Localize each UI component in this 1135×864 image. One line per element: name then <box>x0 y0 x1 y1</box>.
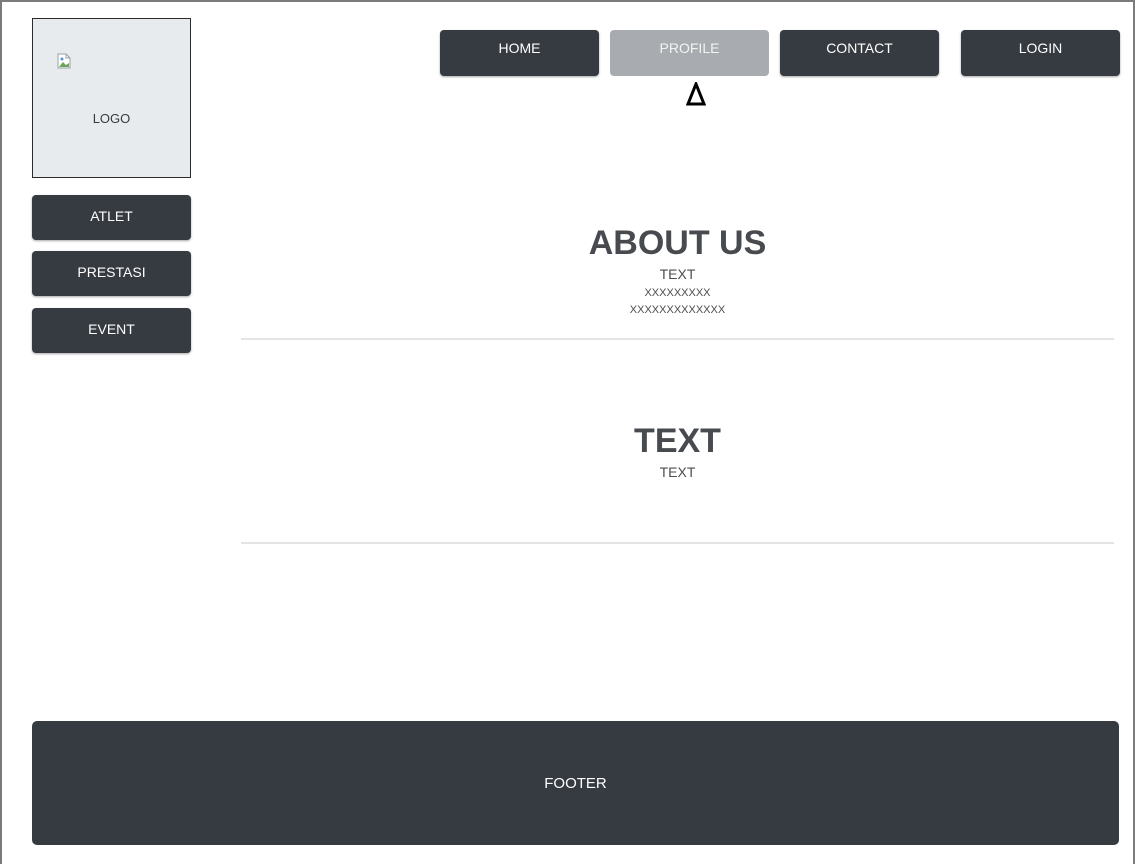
sidebar-item-atlet[interactable]: ATLET <box>32 195 191 240</box>
footer: FOOTER <box>32 721 1119 845</box>
about-title: ABOUT US <box>588 224 767 262</box>
nav-login-label: LOGIN <box>1018 40 1063 56</box>
logo-box[interactable]: LOGO <box>32 18 191 178</box>
sidebar-item-event[interactable]: EVENT <box>32 308 191 353</box>
nav-login-button[interactable]: LOGIN <box>961 30 1120 76</box>
nav-home-label: HOME <box>498 40 541 56</box>
sidebar-item-label: ATLET <box>90 207 133 224</box>
logo-text: LOGO <box>92 111 131 126</box>
nav-profile-label: PROFILE <box>659 40 720 56</box>
section-text: TEXT <box>659 464 696 480</box>
nav-contact-label: CONTACT <box>826 40 893 56</box>
mouse-pointer-icon <box>686 82 706 106</box>
about-placeholder-line-1: XXXXXXXXX <box>644 287 711 299</box>
nav-profile-button[interactable]: PROFILE <box>610 30 769 76</box>
nav-contact-button[interactable]: CONTACT <box>780 30 939 76</box>
footer-text: FOOTER <box>544 774 607 792</box>
about-placeholder-line-2: XXXXXXXXXXXXX <box>629 304 726 316</box>
section-divider <box>241 338 1114 340</box>
about-text: TEXT <box>659 266 696 282</box>
sidebar-item-prestasi[interactable]: PRESTASI <box>32 251 191 296</box>
section-title: TEXT <box>634 422 721 460</box>
sidebar-item-label: PRESTASI <box>77 263 146 280</box>
broken-image-icon <box>57 53 71 69</box>
nav-home-button[interactable]: HOME <box>440 30 599 76</box>
section-divider <box>241 542 1114 544</box>
sidebar-item-label: EVENT <box>88 320 135 337</box>
